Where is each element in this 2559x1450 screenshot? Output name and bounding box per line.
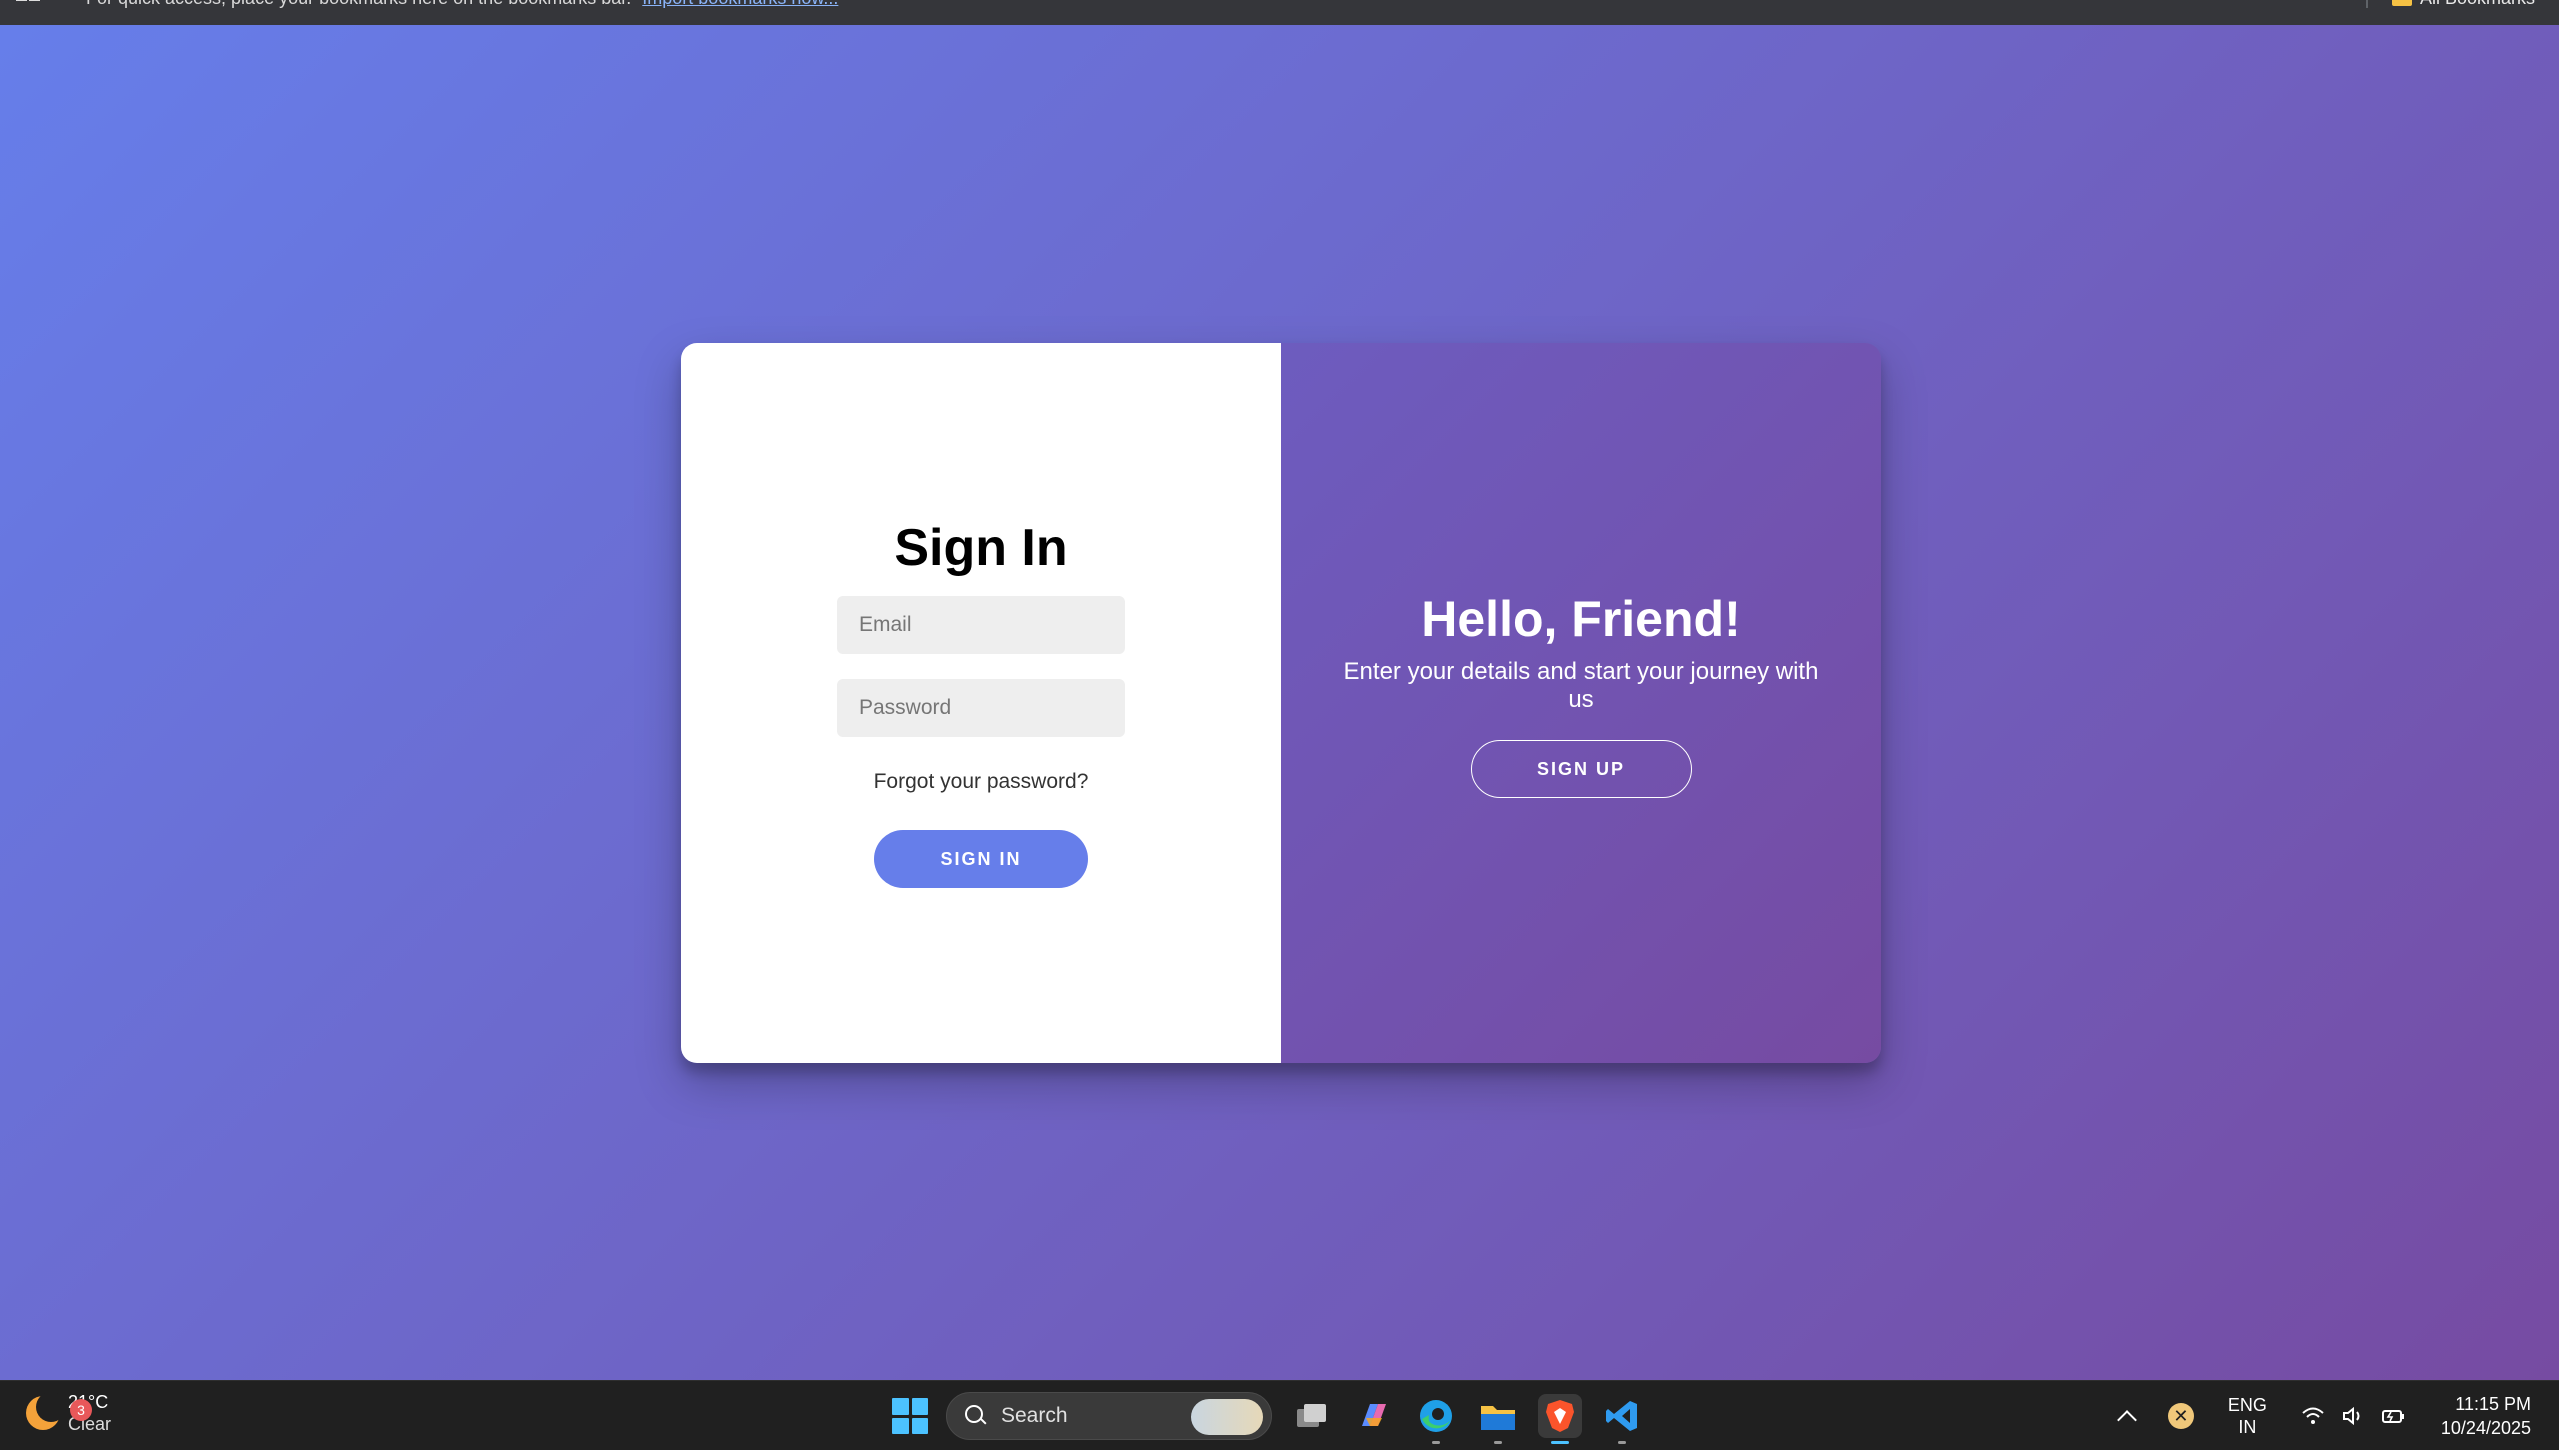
clock-date: 10/24/2025	[2440, 1418, 2531, 1438]
search-icon	[965, 1405, 987, 1427]
edge-icon[interactable]	[1414, 1394, 1458, 1444]
copilot-icon[interactable]	[1352, 1394, 1396, 1438]
running-indicator	[1494, 1441, 1502, 1444]
sign-up-button[interactable]: SIGN UP	[1470, 740, 1692, 798]
clock-time: 11:15 PM	[2455, 1394, 2531, 1414]
overlay-title: Hello, Friend!	[1421, 591, 1741, 647]
overlay-panel: Hello, Friend! Enter your details and st…	[1281, 343, 1881, 1063]
vscode-icon[interactable]	[1600, 1394, 1644, 1444]
sign-in-title: Sign In	[894, 519, 1068, 577]
forgot-password-link[interactable]: Forgot your password?	[874, 770, 1089, 794]
search-placeholder: Search	[1001, 1404, 1068, 1427]
weather-badge: 3	[70, 1399, 92, 1421]
tray-app-icon[interactable]: ✕	[2167, 1403, 2194, 1429]
taskbar-apps: Search	[892, 1391, 1644, 1444]
system-tray: ✕ ENG IN 11:15 PM 10/24/2025	[2116, 1381, 2559, 1450]
taskbar: 3 21°C Clear Search	[0, 1380, 2559, 1450]
region-code: IN	[2238, 1417, 2257, 1437]
bookmarks-separator	[2366, 0, 2368, 8]
moon-icon	[26, 1392, 66, 1430]
task-view-icon[interactable]	[1290, 1394, 1334, 1438]
password-input[interactable]	[837, 679, 1125, 737]
sign-in-button[interactable]: SIGN IN	[874, 830, 1088, 888]
bookmarks-bar: For quick access, place your bookmarks h…	[0, 0, 2559, 25]
folder-icon	[2392, 0, 2412, 6]
active-indicator	[1551, 1441, 1569, 1444]
file-explorer-icon[interactable]	[1476, 1394, 1520, 1444]
weather-widget[interactable]: 3 21°C Clear	[26, 1391, 111, 1435]
auth-card: Sign In Forgot your password? SIGN IN He…	[681, 343, 1881, 1063]
brave-icon[interactable]	[1538, 1394, 1582, 1444]
running-indicator	[1432, 1441, 1440, 1444]
language-code: ENG	[2227, 1395, 2267, 1415]
import-bookmarks-link[interactable]: Import bookmarks now...	[642, 0, 838, 8]
chevron-up-icon[interactable]	[2116, 1410, 2137, 1430]
sign-in-panel: Sign In Forgot your password? SIGN IN	[681, 343, 1281, 1063]
windows-start-icon[interactable]	[892, 1398, 928, 1434]
search-highlight-image	[1191, 1399, 1263, 1435]
bookmarks-prompt-text: For quick access, place your bookmarks h…	[86, 0, 631, 8]
running-indicator	[1618, 1441, 1626, 1444]
page-background: Sign In Forgot your password? SIGN IN He…	[0, 25, 2559, 1380]
all-bookmarks-button[interactable]: All Bookmarks	[2392, 0, 2535, 9]
all-bookmarks-label: All Bookmarks	[2420, 0, 2535, 9]
wifi-icon	[2302, 1407, 2324, 1424]
quick-settings[interactable]	[2301, 1406, 2407, 1426]
clock[interactable]: 11:15 PM 10/24/2025	[2441, 1392, 2531, 1440]
battery-icon	[2381, 1410, 2404, 1423]
overlay-message: Enter your details and start your journe…	[1343, 658, 1819, 713]
apps-grid-icon[interactable]	[16, 0, 42, 10]
email-input[interactable]	[837, 596, 1125, 654]
taskbar-search[interactable]: Search	[946, 1392, 1272, 1440]
language-indicator[interactable]: ENG IN	[2228, 1394, 2267, 1438]
volume-icon	[2342, 1406, 2360, 1426]
bookmarks-prompt: For quick access, place your bookmarks h…	[86, 0, 838, 9]
